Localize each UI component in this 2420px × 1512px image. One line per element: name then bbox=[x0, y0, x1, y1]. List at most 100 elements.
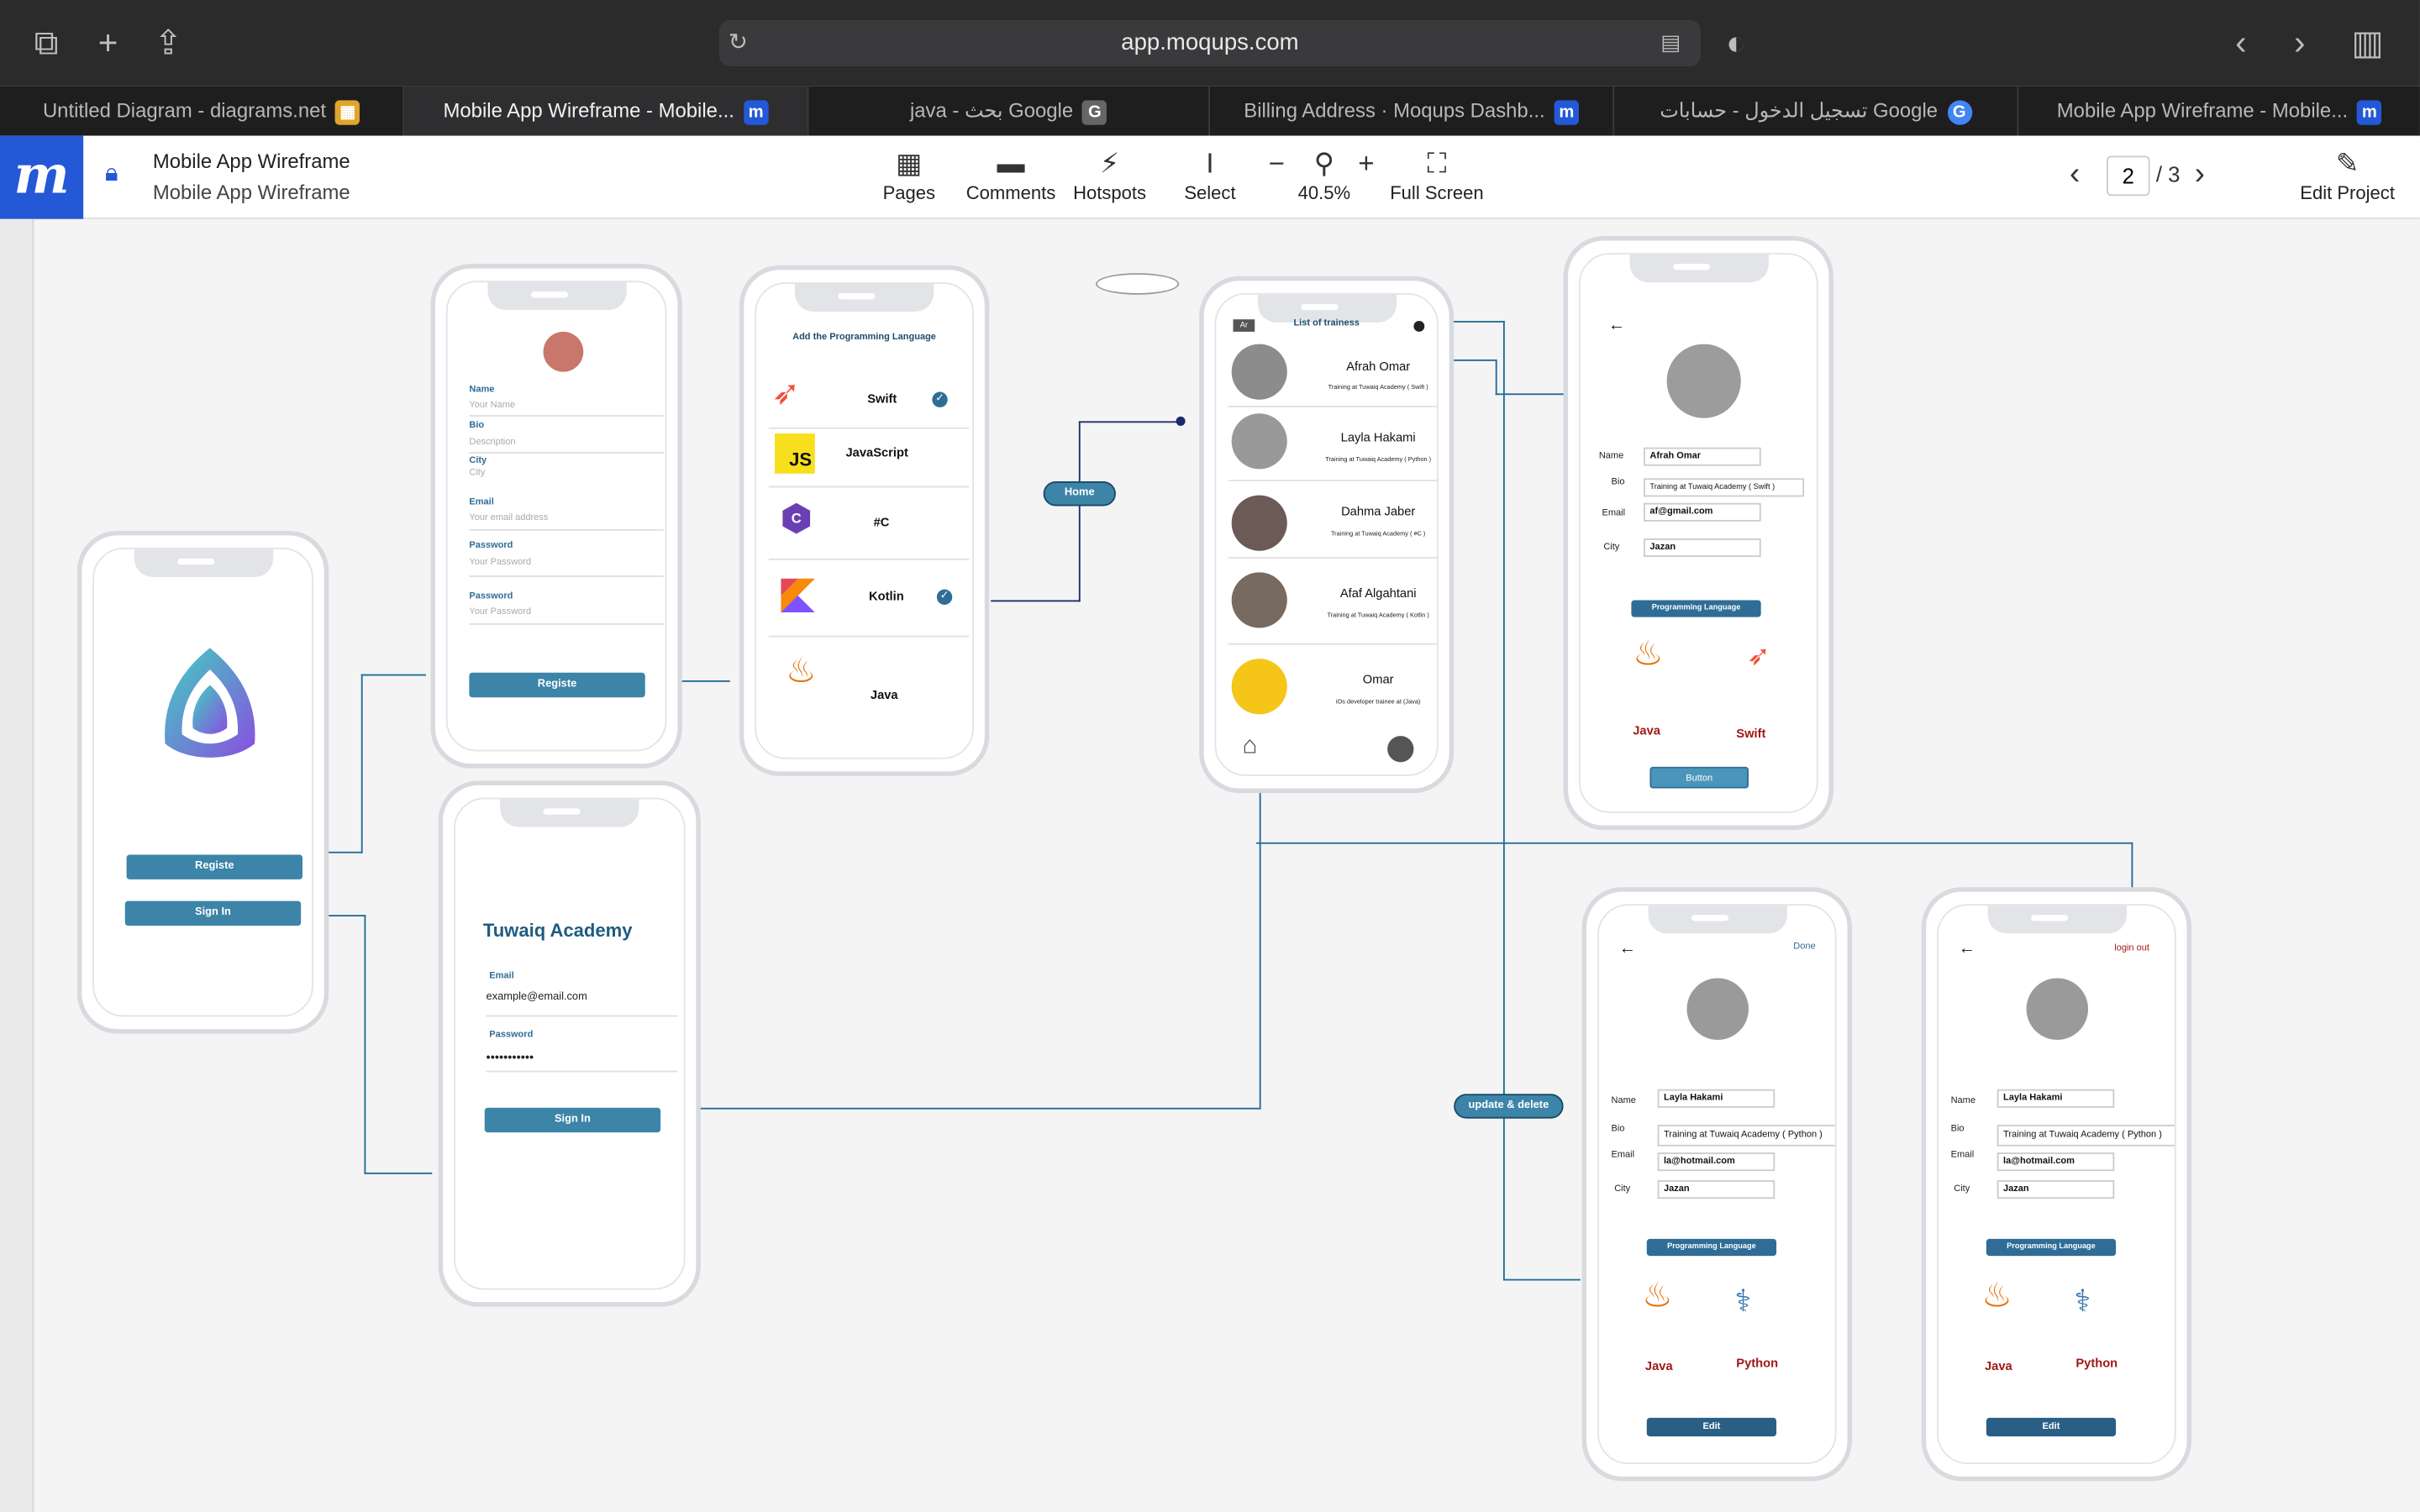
trainee-name[interactable]: Layla Hakami bbox=[1301, 430, 1437, 444]
connector bbox=[360, 674, 426, 676]
password-input[interactable]: Your Password bbox=[469, 559, 531, 568]
divider bbox=[469, 623, 664, 625]
city-field[interactable]: Jazan bbox=[1996, 1180, 2115, 1200]
connector bbox=[1256, 842, 2133, 844]
programming-language-button[interactable]: Programming Language bbox=[1986, 1238, 2117, 1257]
email-input[interactable]: Your email address bbox=[469, 514, 548, 523]
back-arrow-icon[interactable]: ← bbox=[1619, 940, 1636, 958]
browser-tab[interactable]: Billing Address · Moqups Dashb... m bbox=[1210, 86, 1615, 136]
bio-label: Bio bbox=[469, 421, 485, 431]
page-number-input[interactable]: 2 bbox=[2107, 155, 2150, 197]
done-button[interactable]: Done bbox=[1793, 942, 1815, 952]
name-field[interactable]: Layla Hakami bbox=[1996, 1089, 2115, 1108]
password-input[interactable]: ••••••••••• bbox=[487, 1051, 534, 1065]
new-tab-icon[interactable]: + bbox=[87, 22, 129, 65]
name-field[interactable]: Afrah Omar bbox=[1644, 447, 1761, 466]
divider bbox=[1228, 557, 1437, 559]
name-field[interactable]: Layla Hakami bbox=[1657, 1089, 1776, 1108]
city-field[interactable]: Jazan bbox=[1657, 1180, 1776, 1200]
profile-icon[interactable] bbox=[1387, 736, 1414, 763]
project-subtitle[interactable]: Mobile App Wireframe bbox=[153, 181, 350, 204]
select-button[interactable]: I Select bbox=[1176, 145, 1244, 203]
browser-tab[interactable]: java - بحث Google G bbox=[808, 86, 1210, 136]
logout-button[interactable]: login out bbox=[2114, 944, 2149, 953]
email-input[interactable]: example@email.com bbox=[487, 992, 587, 1003]
comment-bubble[interactable] bbox=[1096, 273, 1180, 295]
update-delete-hotspot-label[interactable]: update & delete bbox=[1454, 1094, 1564, 1119]
prev-page-icon[interactable]: ‹ bbox=[2070, 157, 2080, 192]
comments-button[interactable]: ▬ Comments bbox=[960, 145, 1061, 203]
email-field[interactable]: af@gmail.com bbox=[1644, 502, 1761, 522]
next-page-icon[interactable]: › bbox=[2195, 157, 2205, 192]
language-name: #C bbox=[873, 515, 890, 529]
tab-overview-icon[interactable]: ⧉ bbox=[24, 22, 67, 65]
email-field[interactable]: la@hotmail.com bbox=[1657, 1152, 1776, 1172]
edit-button[interactable]: Edit bbox=[1646, 1417, 1777, 1436]
email-field[interactable]: la@hotmail.com bbox=[1996, 1152, 2115, 1172]
back-arrow-icon[interactable]: ← bbox=[1608, 317, 1625, 335]
trainee-name[interactable]: Afrah Omar bbox=[1301, 360, 1437, 374]
sidebar-icon[interactable]: ▥ bbox=[2346, 22, 2389, 65]
shield-icon[interactable]: ◐ bbox=[1715, 22, 1758, 65]
edit-button[interactable]: Edit bbox=[1986, 1417, 2117, 1436]
javascript-icon: JS bbox=[775, 433, 815, 474]
confirm-password-input[interactable]: Your Password bbox=[469, 608, 531, 617]
browser-tab[interactable]: تسجيل الدخول - حسابات Google G bbox=[1614, 86, 2019, 136]
home-hotspot-label[interactable]: Home bbox=[1043, 481, 1116, 507]
zoom-control[interactable]: ⚲ 40.5% bbox=[1290, 145, 1358, 203]
connector bbox=[1259, 790, 1261, 1110]
trainee-name[interactable]: Dahma Jaber bbox=[1301, 505, 1437, 519]
fullscreen-button[interactable]: ⛶ Full Screen bbox=[1386, 145, 1487, 203]
divider bbox=[768, 558, 970, 560]
city-label: City bbox=[1954, 1184, 1970, 1194]
menu-dot-icon[interactable] bbox=[1413, 321, 1425, 332]
address-bar[interactable]: ↻ app.moqups.com ▤ bbox=[718, 19, 1702, 66]
browser-tab-active[interactable]: Mobile App Wireframe - Mobile... m bbox=[404, 86, 809, 136]
email-label: Email bbox=[1602, 509, 1626, 519]
hotspots-button[interactable]: ⚡︎ Hotspots bbox=[1068, 145, 1151, 203]
browser-tab[interactable]: Untitled Diagram - diagrams.net ▦ bbox=[0, 86, 405, 136]
bio-field[interactable]: Training at Tuwaiq Academy ( Swift ) bbox=[1644, 478, 1805, 497]
check-icon[interactable]: ✓ bbox=[932, 391, 948, 407]
phone-screen: ← Done Name Layla Hakami Bio Training at… bbox=[1597, 904, 1837, 1465]
swift-icon: ➶ bbox=[771, 373, 801, 412]
moqups-logo[interactable]: m bbox=[0, 135, 84, 219]
home-icon[interactable]: ⌂ bbox=[1243, 732, 1258, 760]
programming-language-button[interactable]: Programming Language bbox=[1631, 600, 1761, 617]
bio-input[interactable]: Description bbox=[469, 438, 515, 448]
register-button[interactable]: Registe bbox=[126, 854, 302, 879]
language-label: Java bbox=[1984, 1359, 2012, 1373]
edit-project-button[interactable]: ✎ Edit Project bbox=[2293, 145, 2402, 203]
signin-submit-button[interactable]: Sign In bbox=[484, 1107, 661, 1133]
share-icon[interactable]: ⇪ bbox=[146, 22, 189, 65]
register-submit-button[interactable]: Registe bbox=[469, 672, 645, 698]
check-icon[interactable]: ✓ bbox=[936, 589, 953, 605]
back-icon[interactable]: ‹ bbox=[2219, 22, 2262, 65]
sign-in-button[interactable]: Sign In bbox=[124, 900, 302, 927]
pages-button[interactable]: ▦ Pages bbox=[875, 145, 943, 203]
forward-icon[interactable]: › bbox=[2278, 22, 2321, 65]
connector bbox=[364, 915, 366, 1174]
bio-field[interactable]: Training at Tuwaiq Academy ( Python ) bbox=[1657, 1124, 1835, 1147]
profile-action-button[interactable]: Button bbox=[1649, 766, 1749, 789]
zoom-in-icon[interactable]: + bbox=[1358, 148, 1374, 181]
divider bbox=[469, 528, 664, 531]
avatar bbox=[1231, 413, 1287, 470]
city-input[interactable]: City bbox=[469, 469, 485, 478]
back-arrow-icon[interactable]: ← bbox=[1959, 940, 1975, 958]
city-field[interactable]: Jazan bbox=[1644, 538, 1761, 558]
phone-screen: Name Your Name Bio Description City City… bbox=[445, 281, 667, 752]
avatar bbox=[1231, 572, 1287, 628]
connector-dot bbox=[1176, 416, 1186, 426]
browser-tab[interactable]: Mobile App Wireframe - Mobile... m bbox=[2018, 87, 2420, 136]
reader-icon[interactable]: ▤ bbox=[1660, 29, 1681, 55]
phone-screen: Registe Sign In bbox=[92, 548, 313, 1017]
project-title[interactable]: Mobile App Wireframe bbox=[153, 150, 350, 173]
trainee-name[interactable]: Afaf Algahtani bbox=[1301, 586, 1437, 601]
trainee-name[interactable]: Omar bbox=[1301, 673, 1437, 687]
zoom-out-icon[interactable]: − bbox=[1269, 148, 1285, 181]
confirm-password-label: Password bbox=[469, 592, 513, 602]
bio-field[interactable]: Training at Tuwaiq Academy ( Python ) bbox=[1996, 1124, 2175, 1147]
name-input[interactable]: Your Name bbox=[469, 402, 515, 411]
programming-language-button[interactable]: Programming Language bbox=[1646, 1238, 1777, 1257]
